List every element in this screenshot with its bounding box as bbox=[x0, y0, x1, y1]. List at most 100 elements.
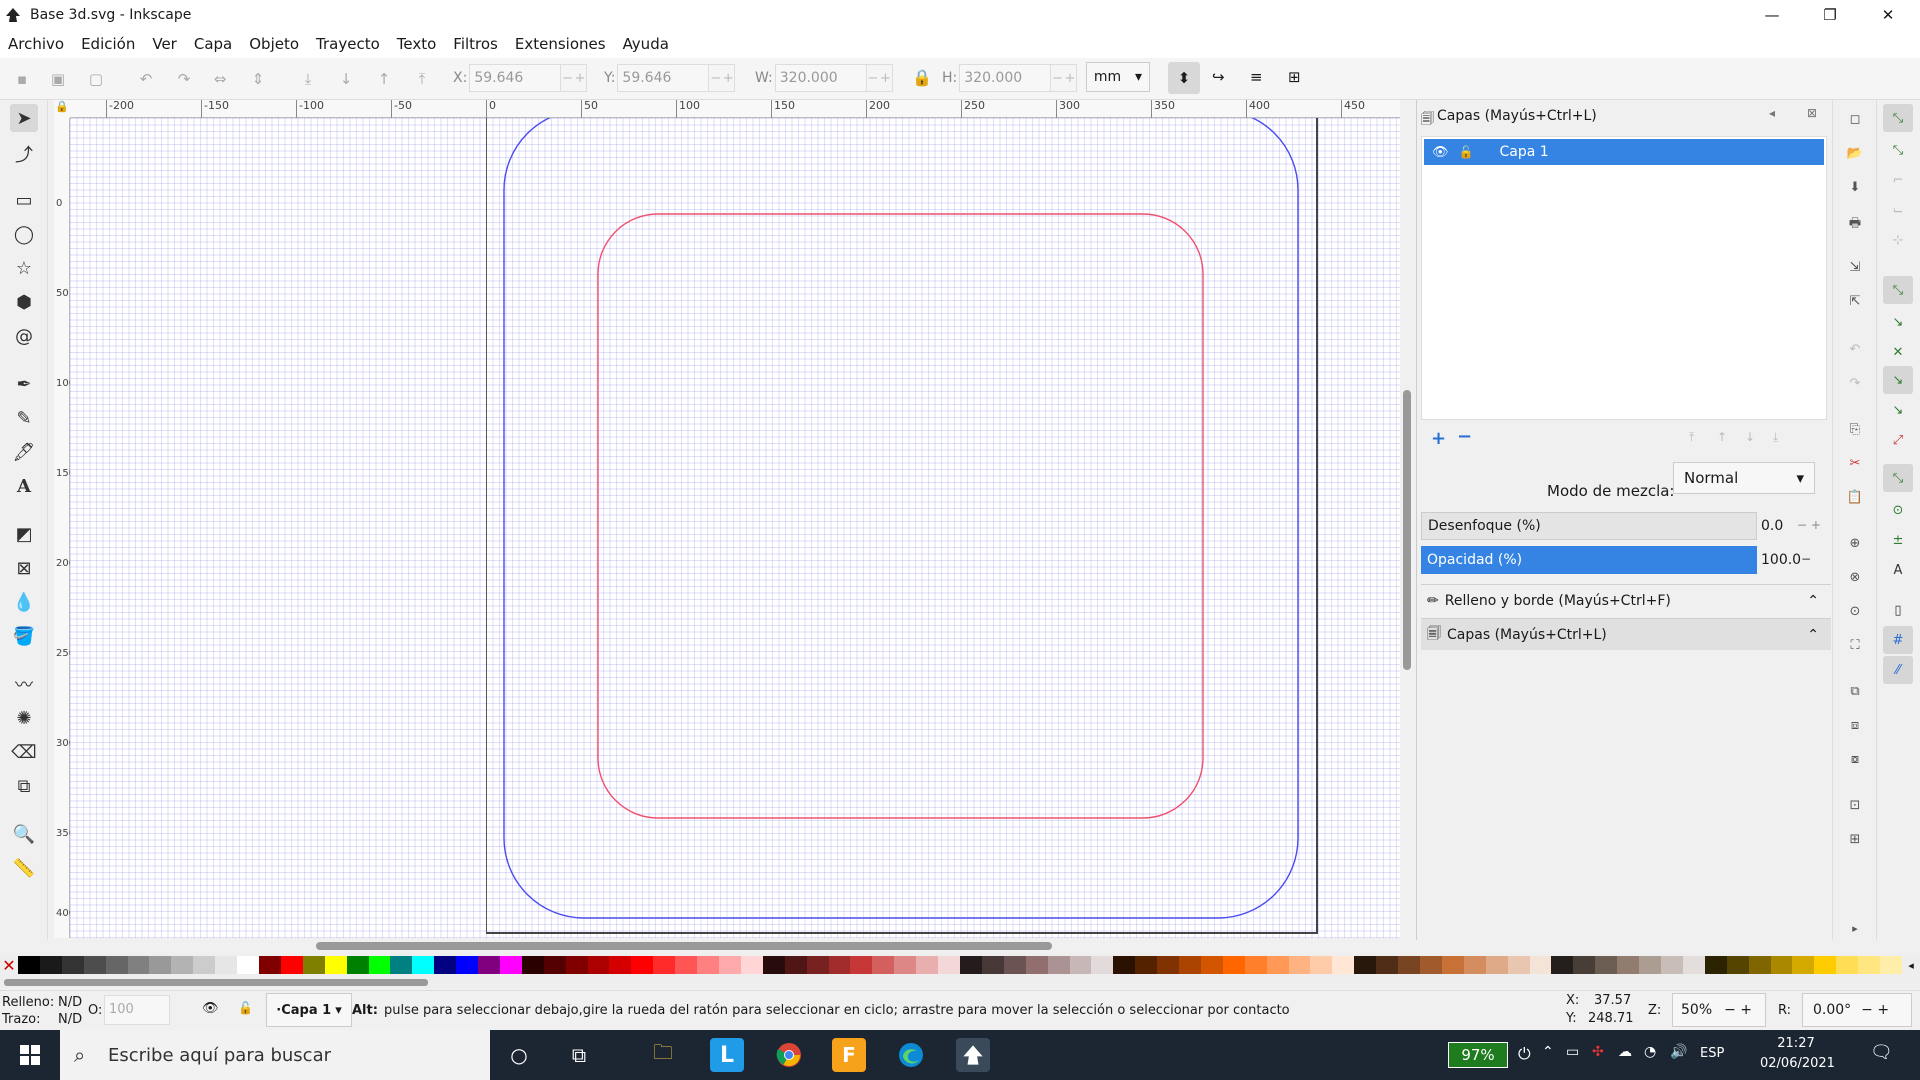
cortana-icon[interactable]: ○ bbox=[502, 1038, 536, 1072]
width-stepper[interactable]: − + bbox=[866, 64, 893, 92]
export-icon[interactable]: ⇱ bbox=[1845, 294, 1865, 314]
minimize-button[interactable]: — bbox=[1743, 0, 1801, 30]
raise-to-top-icon[interactable]: ⤒ bbox=[412, 70, 432, 90]
color-swatch[interactable] bbox=[1200, 956, 1223, 974]
opacity-stepper[interactable]: − bbox=[1801, 552, 1811, 566]
horizontal-ruler[interactable]: -200 -150 -100 -50 0 50 100 150 200 250 … bbox=[70, 100, 1400, 118]
remove-layer-icon[interactable]: − bbox=[1457, 426, 1472, 447]
move-patterns-icon[interactable]: ⊞ bbox=[1288, 68, 1301, 86]
color-swatch[interactable] bbox=[1595, 956, 1618, 974]
file-explorer-icon[interactable]: 🗀 bbox=[646, 1038, 680, 1072]
color-swatch[interactable] bbox=[83, 956, 106, 974]
snap-smooth-icon[interactable]: ↘ bbox=[1883, 396, 1913, 424]
color-swatch[interactable] bbox=[1222, 956, 1245, 974]
palette-scrollbar[interactable] bbox=[0, 976, 1920, 988]
color-swatch[interactable] bbox=[850, 956, 873, 974]
close-button[interactable]: ✕ bbox=[1859, 0, 1917, 30]
zoom-selection-icon[interactable]: ⊕ bbox=[1845, 536, 1865, 556]
battery-indicator[interactable]: 97% bbox=[1448, 1042, 1508, 1068]
color-swatch[interactable] bbox=[1244, 956, 1267, 974]
ungroup-icon[interactable]: ⊞ bbox=[1845, 832, 1865, 852]
paint-bucket-tool-icon[interactable]: 🪣 bbox=[10, 622, 38, 650]
group-icon[interactable]: ⊡ bbox=[1845, 798, 1865, 818]
palette-menu-icon[interactable]: ◂ bbox=[1902, 959, 1920, 972]
y-input[interactable]: 59.646 bbox=[617, 64, 710, 92]
color-swatch[interactable] bbox=[258, 956, 281, 974]
color-swatch[interactable] bbox=[237, 956, 259, 974]
snap-others-icon[interactable]: ⤡ bbox=[1883, 464, 1913, 492]
color-swatch[interactable] bbox=[1420, 956, 1442, 974]
blend-mode-select[interactable]: Normal ▾ bbox=[1673, 462, 1815, 494]
snap-path-icon[interactable]: ↘ bbox=[1883, 308, 1913, 336]
color-swatch[interactable] bbox=[1179, 956, 1201, 974]
color-swatch[interactable] bbox=[280, 956, 303, 974]
open-icon[interactable]: 📂 bbox=[1845, 146, 1865, 166]
l-app-icon[interactable]: L bbox=[710, 1038, 744, 1072]
color-swatch[interactable] bbox=[434, 956, 457, 974]
menu-trayecto[interactable]: Trayecto bbox=[316, 35, 380, 53]
3d-box-tool-icon[interactable]: ⬢ bbox=[10, 288, 38, 316]
task-view-icon[interactable]: ⧉ bbox=[562, 1038, 596, 1072]
current-layer-select[interactable]: ·Capa 1 ▾ bbox=[266, 993, 352, 1027]
volume-icon[interactable]: 🔊 bbox=[1670, 1044, 1687, 1060]
color-swatch[interactable] bbox=[215, 956, 238, 974]
zoom-tool-icon[interactable]: 🔍 bbox=[10, 820, 38, 848]
color-swatch[interactable] bbox=[565, 956, 588, 974]
color-swatch[interactable] bbox=[478, 956, 500, 974]
lock-icon[interactable]: 🔓 bbox=[1459, 145, 1474, 159]
color-swatch[interactable] bbox=[1639, 956, 1661, 974]
chrome-icon[interactable] bbox=[772, 1038, 806, 1072]
menu-filtros[interactable]: Filtros bbox=[453, 35, 498, 53]
scroll-thumb[interactable] bbox=[316, 942, 1052, 950]
layer-visibility-icon[interactable]: 👁 bbox=[202, 1001, 219, 1016]
x-stepper[interactable]: − + bbox=[561, 64, 588, 92]
import-icon[interactable]: ⇲ bbox=[1845, 260, 1865, 280]
menu-capa[interactable]: Capa bbox=[194, 35, 232, 53]
color-swatch[interactable] bbox=[1332, 956, 1355, 974]
opacity-value[interactable]: 100.0 bbox=[1757, 546, 1805, 574]
zoom-page-icon[interactable]: ⊙ bbox=[1845, 604, 1865, 624]
select-all-icon[interactable]: ▪ bbox=[12, 70, 32, 90]
color-swatch[interactable] bbox=[1157, 956, 1180, 974]
color-swatch[interactable] bbox=[806, 956, 829, 974]
color-swatch[interactable] bbox=[1376, 956, 1399, 974]
color-swatch[interactable] bbox=[1047, 956, 1070, 974]
color-swatch[interactable] bbox=[1441, 956, 1464, 974]
color-swatch[interactable] bbox=[653, 956, 676, 974]
color-swatch[interactable] bbox=[1529, 956, 1552, 974]
wifi-icon[interactable]: ◔ bbox=[1644, 1044, 1656, 1060]
panel-iconify-icon[interactable]: ◂ bbox=[1769, 106, 1775, 120]
color-swatch[interactable] bbox=[499, 956, 522, 974]
color-swatch[interactable] bbox=[543, 956, 566, 974]
copy-icon[interactable]: ⎘ bbox=[1845, 422, 1865, 442]
color-swatch[interactable] bbox=[193, 956, 216, 974]
menu-ver[interactable]: Ver bbox=[152, 35, 177, 53]
height-input[interactable]: 320.000 bbox=[959, 64, 1052, 92]
color-swatch[interactable] bbox=[1288, 956, 1311, 974]
windows-start-icon[interactable] bbox=[0, 1030, 60, 1080]
unit-select[interactable]: mm ▾ bbox=[1086, 62, 1150, 92]
color-swatch[interactable] bbox=[61, 956, 84, 974]
eye-icon[interactable]: 👁 bbox=[1432, 145, 1449, 160]
node-tool-icon[interactable]: ⤴ bbox=[10, 140, 38, 168]
snap-enable-icon[interactable]: ⤡ bbox=[1883, 104, 1913, 132]
color-swatch[interactable] bbox=[1617, 956, 1640, 974]
blur-slider[interactable]: Desenfoque (%) bbox=[1421, 512, 1757, 540]
ruler-corner-lock-icon[interactable]: 🔒 bbox=[54, 100, 70, 118]
color-swatch[interactable] bbox=[18, 956, 40, 974]
lock-ratio-icon[interactable]: 🔒 bbox=[912, 68, 932, 87]
lower-to-bottom-icon[interactable]: ⤓ bbox=[298, 70, 318, 90]
vertical-scrollbar[interactable] bbox=[1400, 100, 1414, 940]
spray-tool-icon[interactable]: ✺ bbox=[10, 704, 38, 732]
zoom-input[interactable]: 50% − + bbox=[1672, 993, 1766, 1027]
color-swatch[interactable] bbox=[1573, 956, 1596, 974]
inner-rounded-rectangle[interactable] bbox=[597, 213, 1204, 819]
color-swatch[interactable] bbox=[149, 956, 172, 974]
color-swatch[interactable] bbox=[609, 956, 632, 974]
zoom-stepper[interactable]: − + bbox=[1724, 1002, 1752, 1018]
color-swatch[interactable] bbox=[1310, 956, 1333, 974]
snap-grid-icon[interactable]: # bbox=[1883, 626, 1913, 654]
more-commands-icon[interactable]: ▸ bbox=[1845, 922, 1865, 942]
layer-to-bottom-icon[interactable]: ⤓ bbox=[1773, 430, 1778, 445]
dropper-tool-icon[interactable]: 💧 bbox=[10, 588, 38, 616]
